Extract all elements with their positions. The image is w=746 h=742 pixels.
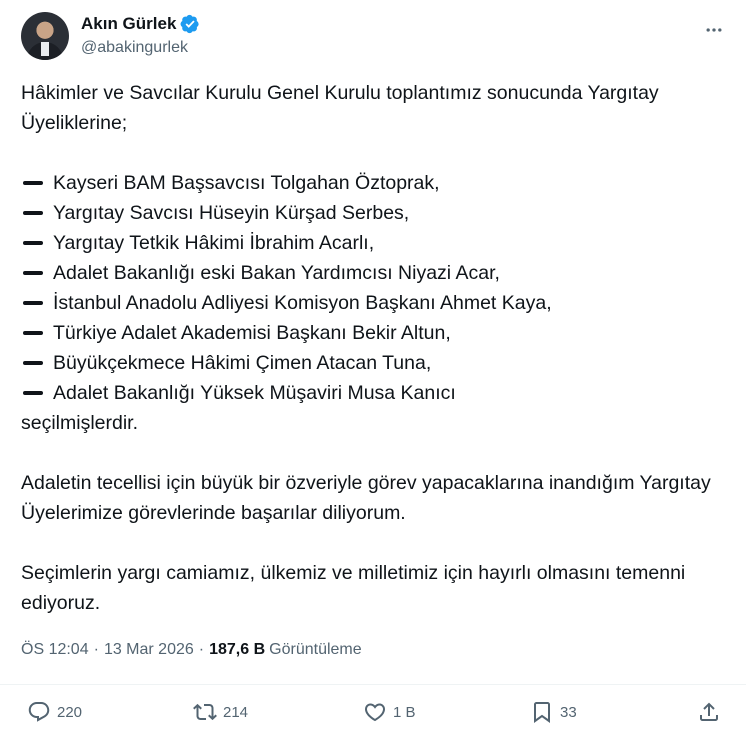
repost-icon	[193, 703, 217, 721]
list-item: Adalet Bakanlığı Yüksek Müşaviri Musa Ka…	[21, 378, 729, 408]
author-handle[interactable]: @abakingurlek	[81, 39, 188, 57]
like-count: 1 B	[393, 703, 416, 721]
tweet-paragraph-3: Seçimlerin yargı camiamız, ülkemiz ve mi…	[21, 562, 686, 614]
list-item-text: Adalet Bakanlığı eski Bakan Yardımcısı N…	[53, 262, 500, 284]
dash-icon	[23, 391, 43, 395]
meta-separator: ·	[198, 641, 205, 658]
views-label: Görüntüleme	[269, 641, 362, 658]
dash-icon	[23, 241, 43, 245]
repost-count: 214	[223, 703, 249, 721]
tweet-after-list: seçilmişlerdir.	[21, 412, 139, 434]
views-count: 187,6 B	[209, 641, 266, 658]
dash-icon	[23, 301, 43, 305]
tweet-meta: ÖS 12:04 · 13 Mar 2026 · 187,6 B Görüntü…	[21, 641, 362, 659]
tweet-date[interactable]: 13 Mar 2026	[104, 641, 194, 659]
author-name-row: Akın Gürlek	[81, 14, 200, 34]
dash-icon	[23, 361, 43, 365]
verified-badge-icon	[180, 14, 200, 34]
reply-button[interactable]: 220	[27, 700, 82, 724]
list-item-text: Yargıtay Savcısı Hüseyin Kürşad Serbes,	[53, 202, 410, 224]
avatar-shirt	[41, 42, 49, 56]
tweet-time[interactable]: ÖS 12:04	[21, 641, 89, 659]
list-item: Kayseri BAM Başsavcısı Tolgahan Öztoprak…	[21, 168, 729, 198]
list-item: İstanbul Anadolu Adliyesi Komisyon Başka…	[21, 288, 729, 318]
list-item-text: Kayseri BAM Başsavcısı Tolgahan Öztoprak…	[53, 172, 440, 194]
list-item: Yargıtay Savcısı Hüseyin Kürşad Serbes,	[21, 198, 729, 228]
repost-button[interactable]: 214	[193, 700, 248, 724]
action-bar: 220 214 1 B 33	[0, 700, 746, 732]
list-item: Türkiye Adalet Akademisi Başkanı Bekir A…	[21, 318, 729, 348]
tweet-intro: Hâkimler ve Savcılar Kurulu Genel Kurulu…	[21, 82, 659, 134]
tweet-paragraph-2: Adaletin tecellisi için büyük bir özveri…	[21, 472, 711, 524]
divider	[0, 684, 746, 685]
dash-icon	[23, 181, 43, 185]
nominee-list: Kayseri BAM Başsavcısı Tolgahan Öztoprak…	[21, 168, 729, 408]
bookmark-count: 33	[560, 703, 577, 721]
share-button[interactable]	[697, 700, 721, 724]
bookmark-button[interactable]: 33	[530, 700, 577, 724]
author-name[interactable]: Akın Gürlek	[81, 14, 176, 34]
tweet-text: Hâkimler ve Savcılar Kurulu Genel Kurulu…	[21, 78, 729, 618]
list-item-text: Büyükçekmece Hâkimi Çimen Atacan Tuna,	[53, 352, 432, 374]
dash-icon	[23, 271, 43, 275]
dash-icon	[23, 211, 43, 215]
reply-count: 220	[57, 703, 83, 721]
list-item-text: Adalet Bakanlığı Yüksek Müşaviri Musa Ka…	[53, 382, 456, 404]
share-icon	[700, 702, 718, 721]
like-button[interactable]: 1 B	[363, 700, 416, 724]
avatar[interactable]	[21, 12, 69, 60]
bookmark-icon	[534, 702, 550, 723]
heart-icon	[364, 703, 386, 722]
meta-separator: ·	[93, 641, 99, 658]
list-item-text: İstanbul Anadolu Adliyesi Komisyon Başka…	[53, 292, 552, 314]
more-options-icon[interactable]	[704, 20, 724, 40]
tweet-header: Akın Gürlek @abakingurlek	[21, 12, 730, 64]
list-item-text: Türkiye Adalet Akademisi Başkanı Bekir A…	[53, 322, 451, 344]
list-item: Büyükçekmece Hâkimi Çimen Atacan Tuna,	[21, 348, 729, 378]
tweet-card: Akın Gürlek @abakingurlek Hâkimler ve Sa…	[0, 0, 746, 742]
dash-icon	[23, 331, 43, 335]
list-item-text: Yargıtay Tetkik Hâkimi İbrahim Acarlı,	[53, 232, 375, 254]
reply-icon	[28, 702, 50, 722]
list-item: Yargıtay Tetkik Hâkimi İbrahim Acarlı,	[21, 228, 729, 258]
list-item: Adalet Bakanlığı eski Bakan Yardımcısı N…	[21, 258, 729, 288]
